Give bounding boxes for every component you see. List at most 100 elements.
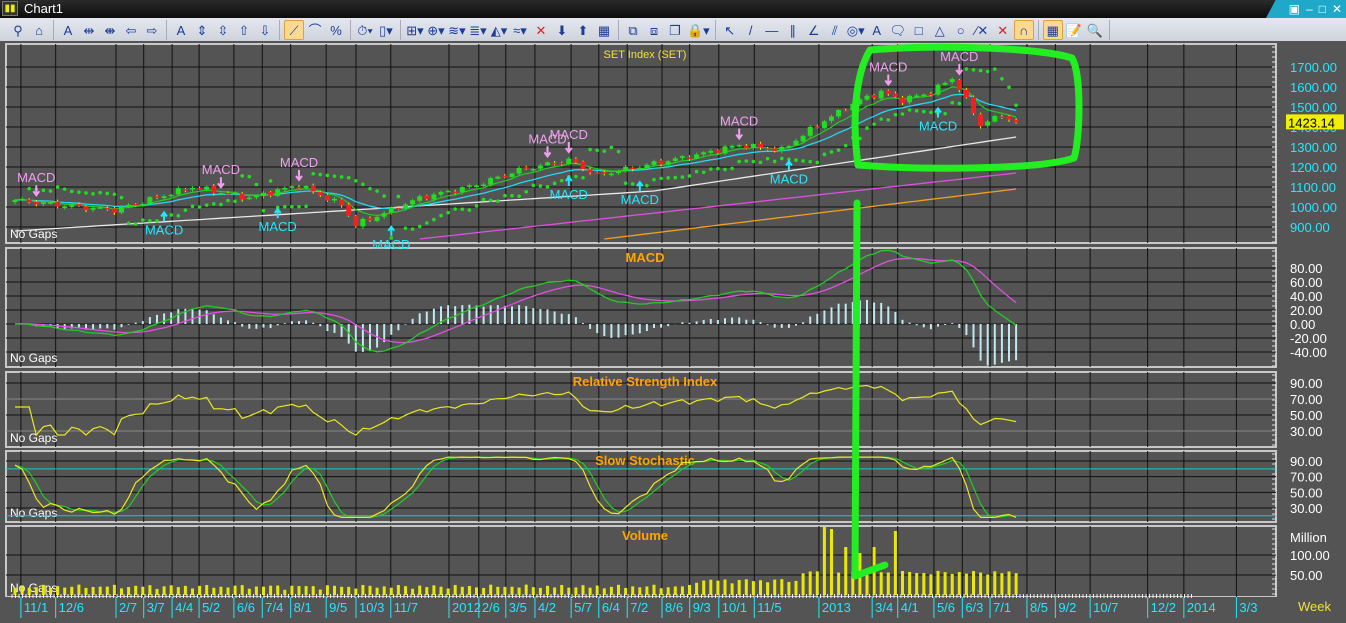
angle-icon[interactable]: ∠: [804, 20, 824, 40]
x-axis-label: 3/5: [509, 600, 527, 615]
macd-buy-signal-label: MACD: [145, 222, 183, 237]
cascade-icon[interactable]: ❐: [665, 20, 685, 40]
candle-body: [651, 161, 657, 165]
scroll-right-icon[interactable]: ⇨: [142, 20, 162, 40]
candle-body: [616, 171, 621, 174]
remove-indicator-icon[interactable]: ≈▾: [510, 20, 530, 40]
parabolic-sar-dot: [425, 221, 429, 225]
candle-body: [289, 186, 295, 188]
candle-body: [346, 204, 352, 216]
volume-bar: [716, 580, 720, 595]
add-chart-icon[interactable]: ◭▾: [489, 20, 509, 40]
parabolic-sar-dot: [98, 190, 102, 195]
candle-body: [637, 167, 643, 170]
candle-body: [12, 200, 18, 202]
percent-scale-icon[interactable]: %: [326, 20, 346, 40]
move-down-icon[interactable]: ⬇: [552, 20, 572, 40]
volume-bar: [794, 580, 798, 595]
parabolic-sar-dot: [41, 188, 46, 193]
close-button[interactable]: ✕: [1332, 0, 1342, 18]
maximize-button[interactable]: □: [1319, 0, 1326, 18]
home-icon[interactable]: ⌂: [29, 20, 49, 40]
line-icon[interactable]: /: [741, 20, 761, 40]
period-timer-icon[interactable]: ⏱▾: [355, 20, 375, 40]
linear-scale-icon[interactable]: ⟋: [284, 19, 304, 40]
volume-bar: [368, 585, 372, 595]
new-window-icon[interactable]: ⧉: [623, 20, 643, 40]
delete-all-icon[interactable]: ✕: [993, 20, 1013, 40]
pin-icon[interactable]: ⚲: [8, 20, 28, 40]
candle-body: [481, 184, 487, 187]
font-scale-icon[interactable]: A: [58, 20, 78, 40]
parabolic-sar-dot: [204, 203, 209, 207]
candle-body: [395, 208, 401, 210]
lock-icon[interactable]: 🔒▾: [686, 20, 711, 40]
candle-body: [765, 148, 771, 150]
candle-body: [885, 90, 891, 94]
callout-icon[interactable]: 🗨: [888, 20, 908, 40]
expand-horizontal-icon[interactable]: ⇹: [79, 20, 99, 40]
add-indicator-icon[interactable]: ⊞▾: [405, 20, 425, 40]
x-axis-label: 7/2: [630, 600, 648, 615]
triangle-icon[interactable]: △: [930, 20, 950, 40]
volume-bar: [744, 579, 748, 595]
zoom-icon[interactable]: 🔍: [1085, 20, 1105, 40]
add-panel-icon[interactable]: ≣▾: [468, 20, 488, 40]
volume-bar: [801, 573, 805, 595]
parabolic-sar-dot: [517, 194, 521, 198]
chart-area[interactable]: 1700.001600.001500.001400.001300.001200.…: [0, 40, 1346, 618]
volume-bar: [780, 579, 784, 595]
parallel-lines-icon[interactable]: ∥: [783, 20, 803, 40]
scroll-down-icon[interactable]: ⇩: [255, 20, 275, 40]
remove-panel-icon[interactable]: ▦: [594, 20, 614, 40]
ellipse-icon[interactable]: ○: [951, 20, 971, 40]
x-axis-label: 9/5: [329, 600, 347, 615]
volume-bar: [773, 579, 777, 595]
magnet-icon[interactable]: ∩: [1013, 19, 1034, 40]
minimize-button[interactable]: –: [1306, 0, 1313, 18]
fibonacci-icon[interactable]: ◎▾: [846, 20, 866, 40]
candle-body: [864, 95, 870, 100]
delete-drawing-icon[interactable]: ⁄✕: [972, 20, 992, 40]
parabolic-sar-dot: [900, 112, 905, 116]
pointer-icon[interactable]: ↖: [720, 20, 740, 40]
axis-tick-label: 1300.00: [1290, 140, 1337, 155]
axis-font-icon[interactable]: A: [171, 20, 191, 40]
add-trading-system-icon[interactable]: ⊕▾: [426, 20, 446, 40]
candle-body: [1006, 116, 1012, 120]
move-up-icon[interactable]: ⬆: [573, 20, 593, 40]
volume-bar: [98, 586, 102, 595]
delete-icon[interactable]: ✕: [531, 20, 551, 40]
volume-bar: [496, 586, 500, 595]
x-axis-label: 9/2: [1058, 600, 1076, 615]
channel-icon[interactable]: ⫽: [825, 20, 845, 40]
macd-sell-signal-label: MACD: [280, 155, 318, 170]
parabolic-sar-dot: [190, 204, 195, 209]
close-window-icon[interactable]: ⧈: [644, 20, 664, 40]
scroll-up-icon[interactable]: ⇧: [234, 20, 254, 40]
parabolic-sar-dot: [503, 193, 507, 198]
volume-bar: [901, 571, 904, 595]
tile-button[interactable]: ▣: [1289, 0, 1300, 18]
volume-bar: [112, 584, 116, 595]
parabolic-sar-dot: [311, 171, 316, 176]
compress-horizontal-icon[interactable]: ⇼: [100, 20, 120, 40]
grid-icon[interactable]: ▦: [1042, 19, 1063, 40]
add-overlay-icon[interactable]: ≋▾: [447, 20, 467, 40]
log-scale-icon[interactable]: ⌒: [305, 20, 325, 40]
scroll-left-icon[interactable]: ⇦: [121, 20, 141, 40]
candle-body: [83, 206, 89, 210]
parabolic-sar-dot: [950, 100, 954, 105]
candle-body: [694, 154, 700, 159]
horizontal-line-icon[interactable]: —: [762, 20, 782, 40]
candlestick-icon[interactable]: ▯▾: [376, 20, 396, 40]
properties-icon[interactable]: 📝: [1064, 20, 1084, 40]
expand-vertical-icon[interactable]: ⇕: [192, 20, 212, 40]
rectangle-icon[interactable]: □: [909, 20, 929, 40]
volume-bar: [1007, 571, 1011, 595]
text-icon[interactable]: A: [867, 20, 887, 40]
chart-canvas[interactable]: 1700.001600.001500.001400.001300.001200.…: [0, 40, 1346, 618]
volume-bar: [49, 587, 52, 595]
volume-bar: [70, 586, 74, 595]
compress-vertical-icon[interactable]: ⇳: [213, 20, 233, 40]
